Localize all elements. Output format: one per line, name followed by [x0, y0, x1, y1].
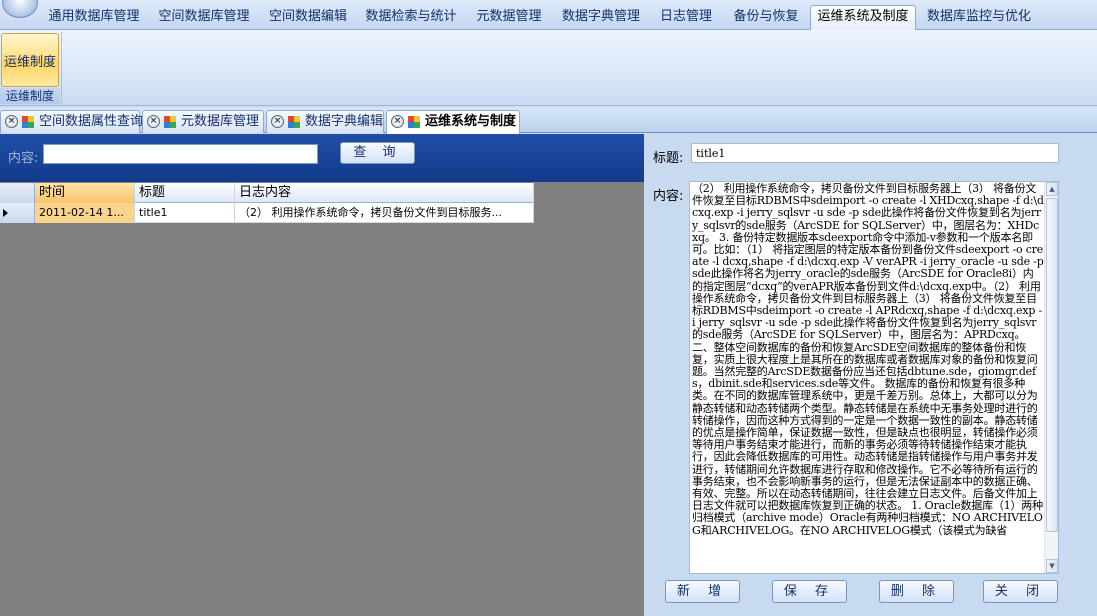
app-menu-orb[interactable]	[2, 0, 38, 18]
doc-tab-label: 元数据库管理	[181, 114, 260, 129]
cell-title[interactable]: title1	[135, 203, 235, 223]
doc-tab-spatial-attr-query[interactable]: × 空间数据属性查询	[0, 110, 144, 133]
form-icon	[22, 116, 34, 128]
menu-tab-spatial-db[interactable]: 空间数据库管理	[150, 6, 258, 28]
column-header-content[interactable]: 日志内容	[235, 183, 534, 203]
ribbon-panel: 运维制度 运维制度	[0, 30, 1097, 106]
document-tab-strip: × 空间数据属性查询 × 元数据库管理 × 数据字典编辑 × 运维系统与制度	[0, 107, 1097, 134]
ops-rules-button[interactable]: 运维制度	[1, 33, 59, 87]
query-button[interactable]: 查 询	[340, 142, 415, 164]
doc-tab-label: 数据字典编辑	[305, 114, 384, 129]
scroll-down-icon[interactable]: ▼	[1046, 559, 1058, 573]
doc-tab-ops-system[interactable]: × 运维系统与制度	[386, 110, 520, 134]
menu-tab-general-db[interactable]: 通用数据库管理	[40, 6, 148, 28]
column-header-title[interactable]: 标题	[135, 183, 235, 203]
doc-tab-metadata-db[interactable]: × 元数据库管理	[142, 110, 264, 133]
scroll-up-icon[interactable]: ▲	[1046, 182, 1058, 196]
form-icon	[288, 116, 300, 128]
menu-tab-search-stats[interactable]: 数据检索与统计	[358, 6, 464, 28]
content-label: 内容:	[653, 189, 684, 204]
log-detail-pane: 标题: 内容: （2） 利用操作系统命令，拷贝备份文件到目标服务器上（3） 将备…	[649, 134, 1097, 616]
search-bar: 内容: 查 询	[0, 134, 644, 182]
menu-tab-metadata[interactable]: 元数据管理	[466, 6, 552, 28]
doc-tab-label: 运维系统与制度	[425, 114, 517, 129]
grid-header-row: 时间 标题 日志内容	[0, 183, 534, 203]
ribbon-group-label: 运维制度	[0, 88, 60, 104]
title-label: 标题:	[653, 151, 684, 166]
cell-content[interactable]: （2） 利用操作系统命令，拷贝备份文件到目标服务...	[235, 203, 534, 223]
doc-tab-dictionary-edit[interactable]: × 数据字典编辑	[266, 110, 384, 133]
title-input[interactable]	[691, 143, 1059, 163]
menu-tab-db-monitor[interactable]: 数据库监控与优化	[918, 6, 1040, 28]
log-grid: 时间 标题 日志内容 2011-02-14 1... title1 （2） 利用…	[0, 183, 534, 223]
content-textarea[interactable]: （2） 利用操作系统命令，拷贝备份文件到目标服务器上（3） 将备份文件恢复至目标…	[689, 181, 1059, 574]
current-row-arrow-icon	[3, 209, 8, 217]
menu-tab-ops-system[interactable]: 运维系统及制度	[810, 5, 916, 30]
grid-corner[interactable]	[0, 183, 35, 203]
menu-tab-backup[interactable]: 备份与恢复	[724, 6, 808, 28]
ribbon-group-ops: 运维制度 运维制度	[0, 32, 62, 104]
search-input[interactable]	[43, 144, 318, 164]
menu-tab-log[interactable]: 日志管理	[650, 6, 722, 28]
row-selector[interactable]	[0, 203, 35, 223]
form-icon	[408, 116, 420, 128]
form-icon	[164, 116, 176, 128]
close-button[interactable]: 关 闭	[983, 580, 1058, 603]
new-button[interactable]: 新 增	[665, 580, 740, 603]
search-label: 内容:	[8, 151, 39, 166]
close-icon[interactable]: ×	[391, 115, 404, 128]
doc-tab-label: 空间数据属性查询	[39, 114, 144, 129]
content-text[interactable]: （2） 利用操作系统命令，拷贝备份文件到目标服务器上（3） 将备份文件恢复至目标…	[692, 182, 1044, 537]
delete-button[interactable]: 删 除	[879, 580, 954, 603]
log-list-pane: 内容: 查 询 时间 标题 日志内容 2011-02-14 1... title…	[0, 134, 644, 616]
content-scrollbar[interactable]: ▲ ▼	[1044, 182, 1058, 573]
column-header-time[interactable]: 时间	[35, 183, 135, 203]
close-icon[interactable]: ×	[271, 115, 284, 128]
menu-tab-data-dictionary[interactable]: 数据字典管理	[554, 6, 648, 28]
cell-time[interactable]: 2011-02-14 1...	[35, 203, 135, 223]
scrollbar-thumb[interactable]	[1046, 198, 1058, 532]
menu-tab-spatial-edit[interactable]: 空间数据编辑	[260, 6, 356, 28]
main-menu-bar: 通用数据库管理 空间数据库管理 空间数据编辑 数据检索与统计 元数据管理 数据字…	[0, 0, 1097, 30]
close-icon[interactable]: ×	[5, 115, 18, 128]
close-icon[interactable]: ×	[147, 115, 160, 128]
save-button[interactable]: 保 存	[772, 580, 847, 603]
table-row[interactable]: 2011-02-14 1... title1 （2） 利用操作系统命令，拷贝备份…	[0, 203, 534, 223]
